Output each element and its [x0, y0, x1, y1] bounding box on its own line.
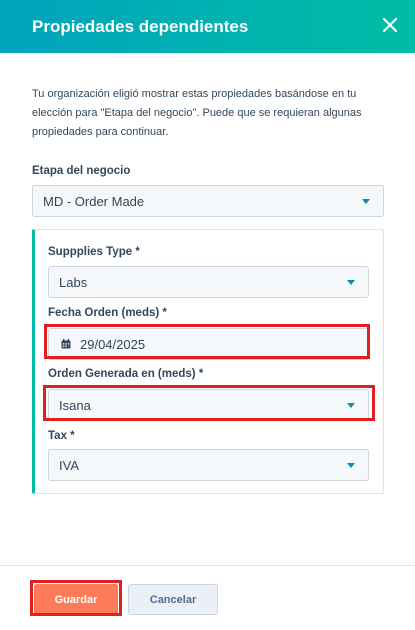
tax-value: IVA [59, 457, 79, 473]
dialog-title: Propiedades dependientes [32, 16, 249, 36]
chevron-down-icon [347, 463, 355, 468]
save-button[interactable]: Guardar [34, 584, 118, 615]
tax-label: Tax * [48, 430, 75, 442]
stage-select-value: MD - Order Made [43, 193, 145, 209]
orden-generada-value: Isana [59, 397, 91, 413]
tax-select[interactable]: IVA [48, 449, 369, 481]
fecha-orden-input[interactable]: 29/04/2025 [48, 328, 369, 360]
chevron-down-icon [347, 280, 355, 285]
orden-generada-select[interactable]: Isana [48, 389, 369, 421]
chevron-down-icon [362, 199, 370, 204]
fecha-orden-value: 29/04/2025 [80, 336, 146, 352]
dialog-header: Propiedades dependientes [0, 0, 415, 53]
supplies-type-value: Labs [59, 274, 88, 290]
supplies-type-label: Suppplies Type * [48, 246, 140, 258]
cancel-button[interactable]: Cancelar [128, 584, 218, 615]
supplies-type-select[interactable]: Labs [48, 266, 369, 298]
orden-generada-label: Orden Generada en (meds) * [48, 368, 204, 380]
fecha-orden-label: Fecha Orden (meds) * [48, 307, 167, 319]
intro-text: Tu organización eligió mostrar estas pro… [32, 88, 362, 138]
close-icon[interactable] [381, 16, 399, 34]
calendar-icon [61, 339, 71, 349]
stage-select[interactable]: MD - Order Made [32, 185, 384, 217]
stage-label: Etapa del negocio [32, 165, 131, 177]
chevron-down-icon [347, 403, 355, 408]
